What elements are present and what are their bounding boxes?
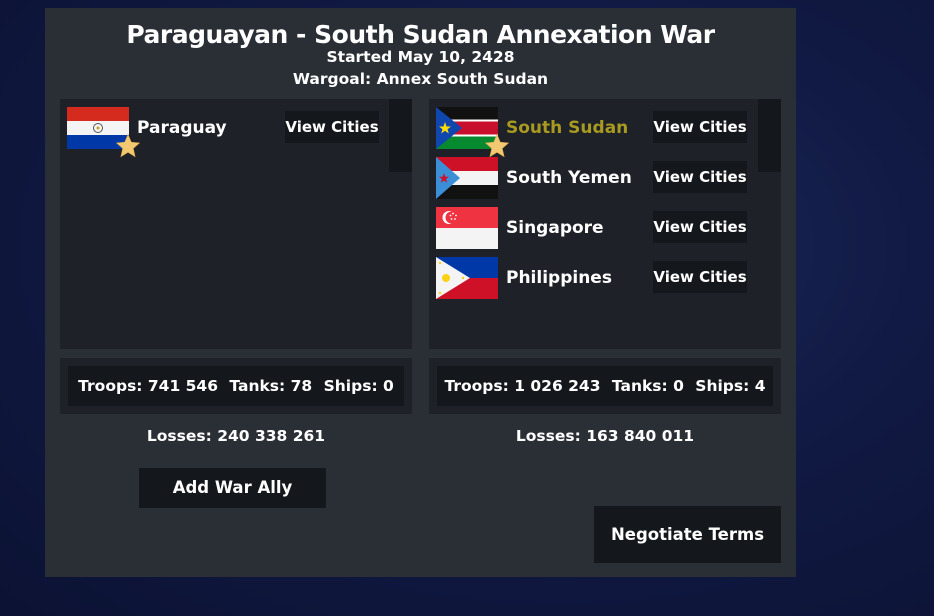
war-title: Paraguayan - South Sudan Annexation War [126, 20, 715, 49]
tanks-count: Tanks: 78 [229, 377, 313, 395]
country-row-singapore: Singapore View Cities [429, 199, 759, 249]
defender-stats: Troops: 1 026 243 Tanks: 0 Ships: 4 [429, 358, 781, 414]
troops-count: Troops: 1 026 243 [444, 377, 601, 395]
negotiate-terms-button[interactable]: Negotiate Terms [594, 506, 781, 563]
add-war-ally-button[interactable]: Add War Ally [139, 468, 326, 508]
view-cities-button[interactable]: View Cities [653, 211, 747, 243]
singapore-flag-image [436, 207, 498, 249]
defender-list-scrollbar[interactable] [758, 99, 781, 172]
view-cities-button[interactable]: View Cities [653, 111, 747, 143]
attacker-stats-bar: Troops: 741 546 Tanks: 78 Ships: 0 [68, 366, 404, 406]
tanks-count: Tanks: 0 [611, 377, 684, 395]
country-name: Singapore [506, 218, 604, 238]
country-name: Philippines [506, 268, 612, 288]
singapore-flag [436, 207, 498, 249]
war-panel: Paraguayan - South Sudan Annexation War … [45, 8, 796, 577]
ships-count: Ships: 4 [695, 377, 766, 395]
country-row-south-yemen: South Yemen View Cities [429, 149, 759, 199]
philippines-flag [436, 257, 498, 299]
troops-count: Troops: 741 546 [78, 377, 219, 395]
attacker-country-list[interactable]: Paraguay View Cities [60, 99, 412, 349]
view-cities-button[interactable]: View Cities [653, 261, 747, 293]
country-name: South Yemen [506, 168, 632, 188]
attacker-stats: Troops: 741 546 Tanks: 78 Ships: 0 [60, 358, 412, 414]
war-goal: Wargoal: Annex South Sudan [292, 70, 549, 88]
defender-losses: Losses: 163 840 011 [515, 427, 695, 445]
south-sudan-flag [436, 107, 510, 158]
country-row-philippines: Philippines View Cities [429, 249, 759, 299]
defender-country-list[interactable]: South Sudan View Cities South Yemen View… [429, 99, 781, 349]
view-cities-button[interactable]: View Cities [653, 161, 747, 193]
south-yemen-flag [436, 157, 498, 199]
attacker-losses: Losses: 240 338 261 [146, 427, 326, 445]
country-name: South Sudan [506, 118, 629, 138]
attacker-list-scrollbar[interactable] [389, 99, 412, 172]
country-row-south-sudan: South Sudan View Cities [429, 99, 759, 158]
country-row-paraguay: Paraguay View Cities [60, 99, 390, 158]
country-name: Paraguay [137, 118, 227, 138]
paraguay-flag [67, 107, 141, 158]
view-cities-button[interactable]: View Cities [285, 111, 379, 143]
philippines-flag-image [436, 257, 498, 299]
south-yemen-flag-image [436, 157, 498, 199]
war-start-date: Started May 10, 2428 [326, 48, 515, 66]
ships-count: Ships: 0 [323, 377, 394, 395]
defender-stats-bar: Troops: 1 026 243 Tanks: 0 Ships: 4 [437, 366, 773, 406]
